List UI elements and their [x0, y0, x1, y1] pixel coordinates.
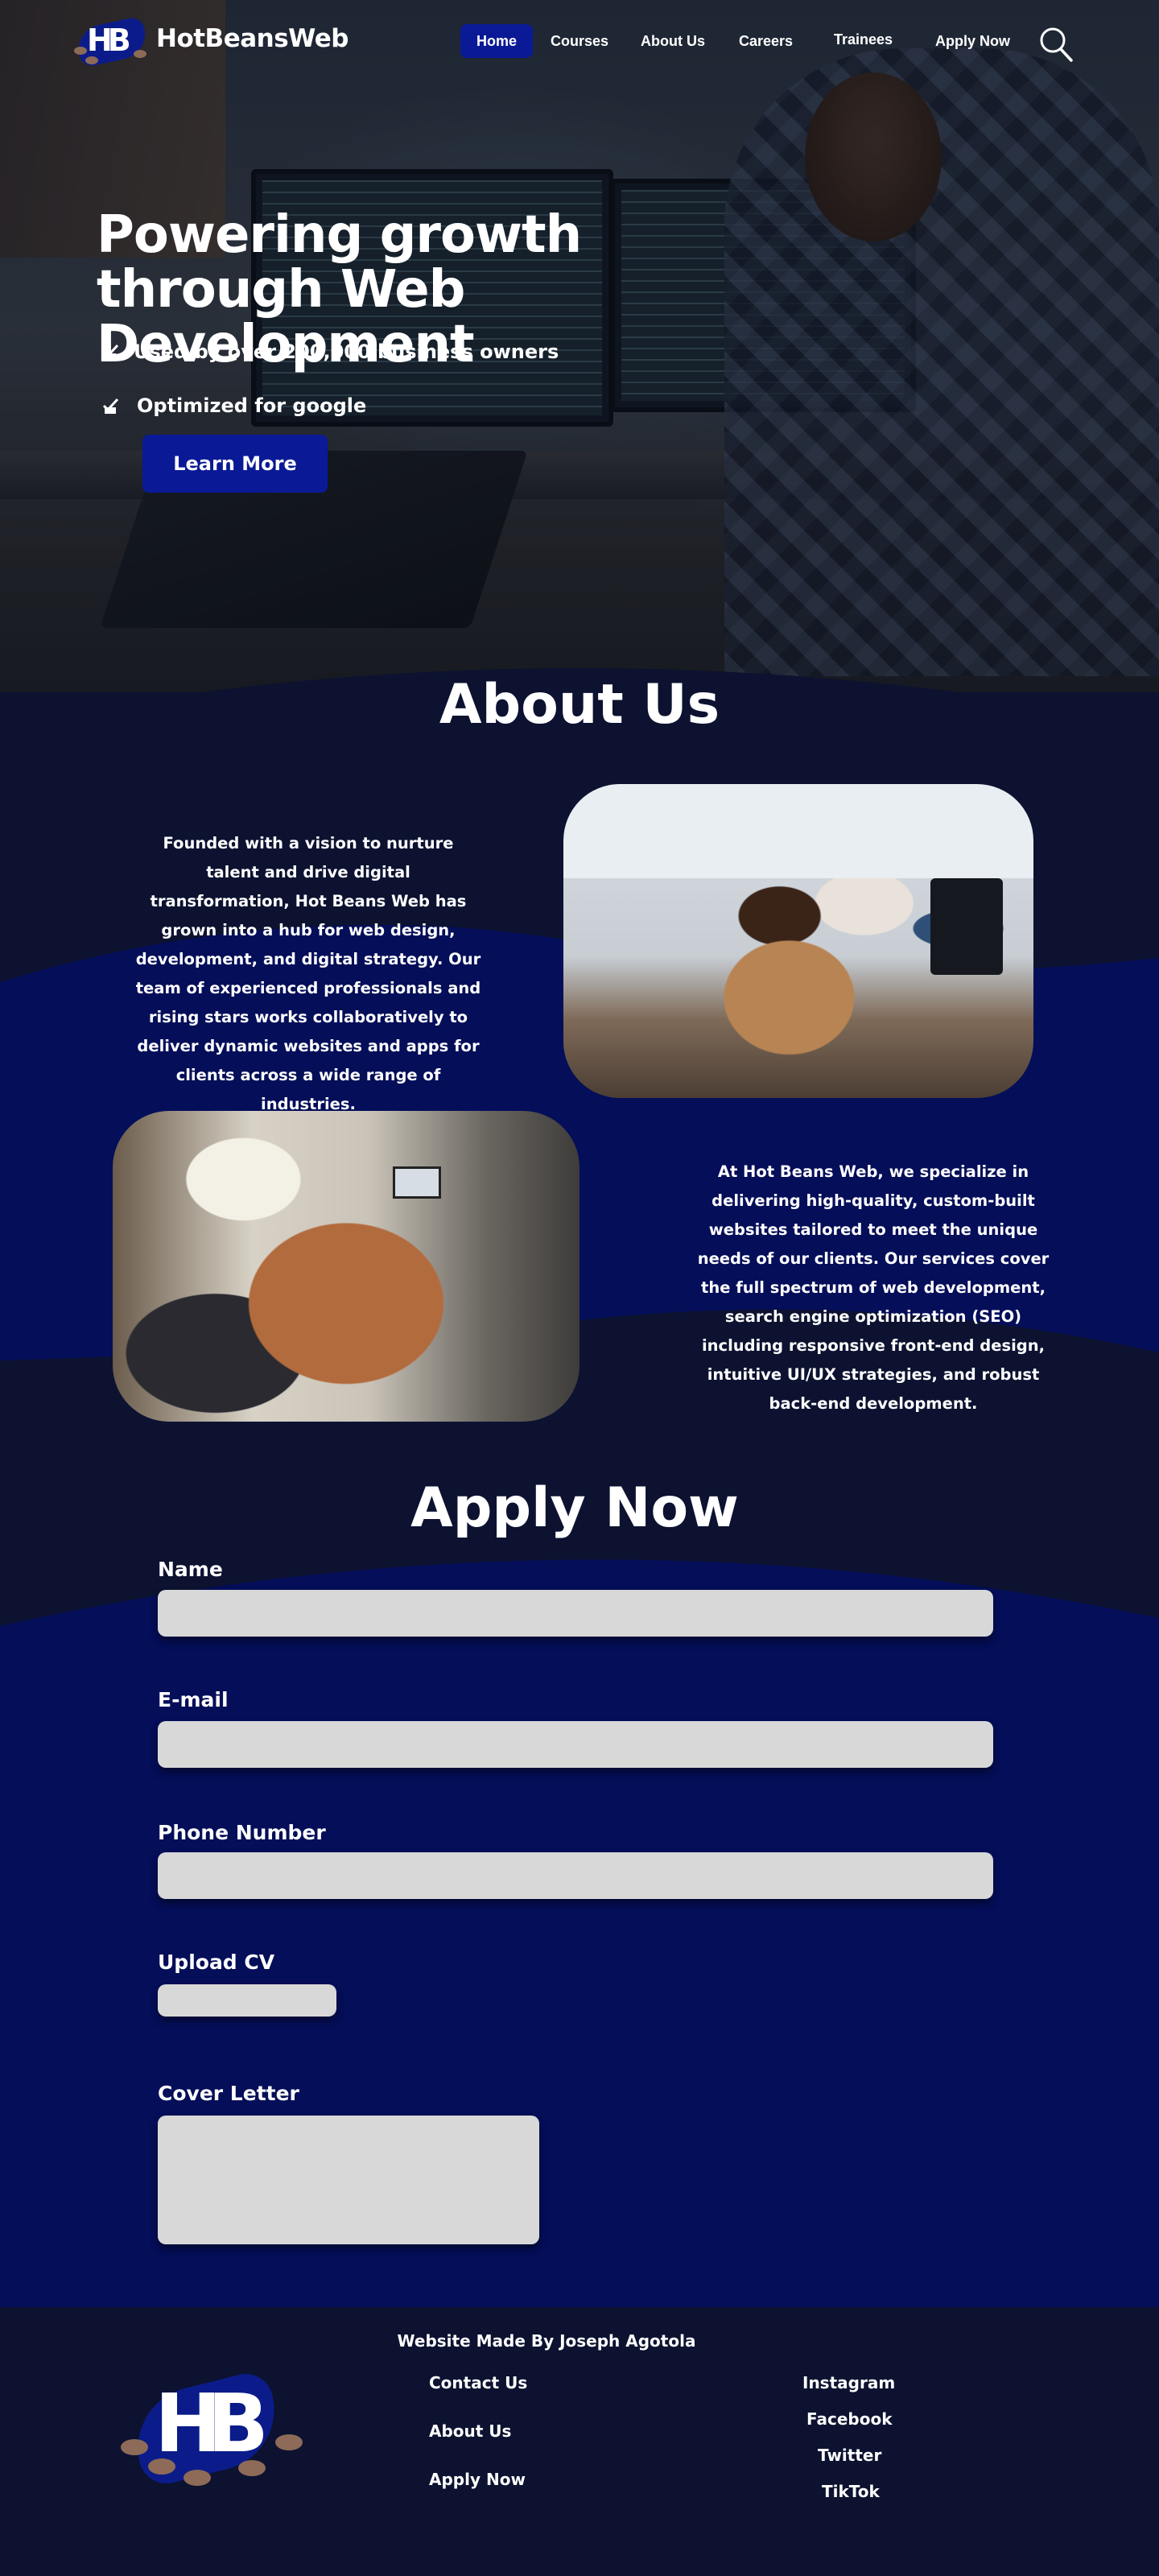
footer-logo-bean	[184, 2470, 211, 2486]
about-paragraph: Founded with a vision to nurture talent …	[135, 834, 481, 1113]
nav-apply-now[interactable]: Apply Now	[919, 24, 1026, 58]
nav-about-us[interactable]: About Us	[625, 24, 721, 58]
learn-more-button[interactable]: Learn More	[142, 435, 328, 493]
footer-logo-letters: HB	[155, 2376, 269, 2471]
meeting-laptop	[393, 1166, 441, 1199]
logo-letters: HB	[87, 23, 131, 58]
footer-credit: Website Made By Joseph Agotola	[397, 2331, 696, 2351]
thumbs-up-check-icon	[102, 344, 119, 360]
apply-title: Apply Now	[410, 1476, 739, 1540]
footer-link-apply-now[interactable]: Apply Now	[429, 2470, 526, 2489]
office-monitor	[930, 878, 1003, 975]
logo-bean	[74, 47, 87, 55]
brand-logo[interactable]: HB	[73, 15, 151, 68]
hero-bullet-text: Used by over 200,000 business owners	[134, 341, 559, 363]
footer-logo-bean	[121, 2439, 148, 2455]
footer-link-twitter[interactable]: Twitter	[818, 2446, 881, 2465]
cover-letter-label: Cover Letter	[158, 2082, 299, 2105]
meeting-room-photo	[113, 1111, 580, 1422]
nav-home[interactable]: Home	[460, 24, 534, 58]
footer-logo[interactable]: HB	[118, 2368, 303, 2491]
search-icon[interactable]	[1038, 26, 1074, 63]
services-paragraph: At Hot Beans Web, we specialize in deliv…	[697, 1162, 1050, 1413]
hero-bullet: Optimized for google	[101, 394, 366, 417]
nav-courses[interactable]: Courses	[534, 24, 625, 58]
thumbs-up-check-icon	[102, 398, 119, 414]
email-input[interactable]	[158, 1721, 993, 1768]
footer-link-facebook[interactable]: Facebook	[806, 2409, 893, 2429]
footer-link-about-us[interactable]: About Us	[429, 2421, 511, 2441]
name-input[interactable]	[158, 1590, 993, 1637]
email-label: E-mail	[158, 1688, 229, 1711]
phone-label: Phone Number	[158, 1821, 326, 1844]
brand-name[interactable]: HotBeansWeb	[156, 24, 349, 53]
name-label: Name	[158, 1558, 223, 1581]
cv-upload-button[interactable]	[158, 1984, 336, 2017]
footer-logo-bean	[275, 2434, 303, 2450]
cover-letter-textarea[interactable]	[158, 2116, 539, 2244]
team-office-photo	[563, 784, 1033, 1098]
footer-link-contact-us[interactable]: Contact Us	[429, 2373, 527, 2392]
footer-link-instagram[interactable]: Instagram	[802, 2373, 895, 2392]
nav-trainees[interactable]: Trainees	[818, 23, 909, 56]
footer-link-tiktok[interactable]: TikTok	[822, 2482, 880, 2501]
cv-label: Upload CV	[158, 1951, 275, 1974]
hero-bullet: Used by over 200,000 business owners	[101, 341, 559, 363]
logo-bean	[134, 50, 146, 58]
top-navigation: HB HotBeansWeb Home Courses About Us Car…	[0, 0, 1159, 80]
nav-careers[interactable]: Careers	[723, 24, 809, 58]
about-title: About Us	[439, 673, 720, 737]
hero-bullet-text: Optimized for google	[137, 394, 367, 417]
phone-input[interactable]	[158, 1852, 993, 1899]
